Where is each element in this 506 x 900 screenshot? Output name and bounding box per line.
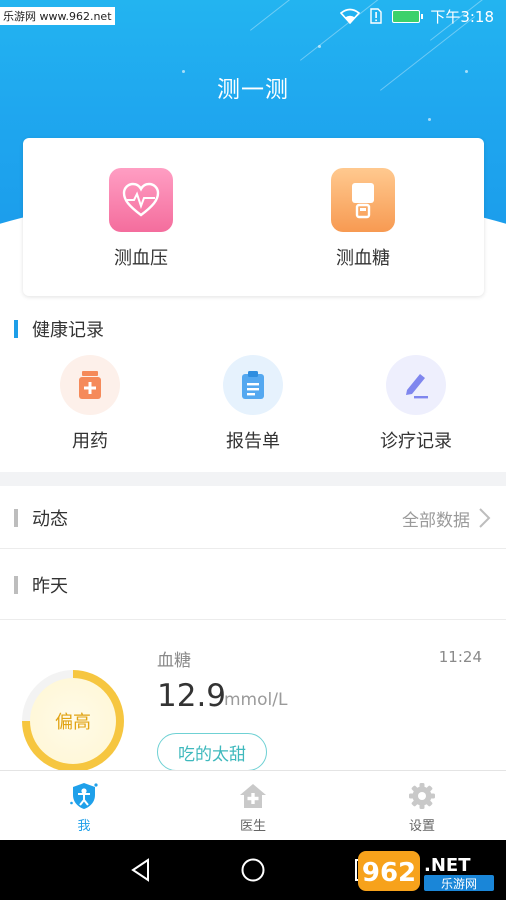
- health-records: 用药 报告单 诊疗记录: [0, 355, 506, 455]
- all-data-link[interactable]: 全部数据: [402, 487, 492, 549]
- status-text: 偏高: [55, 712, 91, 733]
- heart-pulse-icon: [122, 182, 160, 217]
- tab-me[interactable]: 我: [34, 781, 134, 834]
- wifi-icon: [340, 8, 361, 24]
- page-title: 测一测: [217, 77, 289, 103]
- status-time: 下午3:18: [430, 7, 494, 26]
- back-icon[interactable]: [128, 857, 154, 883]
- svg-text:.NET: .NET: [424, 855, 471, 876]
- record-medicine-button[interactable]: 用药: [25, 355, 155, 453]
- medicine-box-icon: [79, 371, 101, 399]
- record-report-button[interactable]: 报告单: [188, 355, 318, 453]
- section-divider: [0, 472, 506, 486]
- measure-blood-pressure-button[interactable]: 测血压: [81, 168, 201, 270]
- glucose-meter-icon: [352, 183, 374, 219]
- feed-header: 动态 全部数据: [0, 487, 506, 549]
- site-watermark: 乐游网 www.962.net: [0, 7, 115, 25]
- measure-label: 测血压: [114, 248, 168, 269]
- measure-label: 测血糖: [336, 248, 390, 269]
- record-label: 报告单: [226, 431, 280, 452]
- site-logo-962: 962 .NET 乐游网: [358, 851, 494, 891]
- status-bar: 乐游网 www.962.net 下午3:18: [0, 0, 506, 32]
- system-nav-bar: 962 .NET 乐游网: [0, 840, 506, 900]
- sim-alert-icon: [370, 8, 383, 24]
- day-label: 昨天: [32, 576, 68, 597]
- home-icon[interactable]: [240, 857, 266, 883]
- status-ring: 偏高: [22, 670, 124, 772]
- record-unit: mmol/L: [224, 690, 288, 710]
- tab-doctor[interactable]: 医生: [203, 781, 303, 834]
- bottom-tab-bar: 我 医生 设置: [0, 770, 506, 840]
- record-tag[interactable]: 吃的太甜: [157, 733, 267, 771]
- shield-person-icon: [70, 783, 98, 809]
- svg-text:乐游网: 乐游网: [441, 877, 477, 891]
- record-label: 诊疗记录: [380, 431, 452, 452]
- pen-edit-icon: [406, 374, 428, 399]
- record-diagnosis-button[interactable]: 诊疗记录: [351, 355, 481, 453]
- clipboard-icon: [242, 371, 264, 399]
- battery-icon: [392, 9, 424, 23]
- record-time: 11:24: [438, 648, 482, 666]
- gear-icon: [409, 783, 435, 809]
- measure-blood-sugar-button[interactable]: 测血糖: [303, 168, 423, 270]
- measure-card: 测血压 测血糖: [23, 138, 484, 296]
- record-label: 用药: [72, 431, 108, 452]
- feed-title: 动态: [32, 509, 68, 530]
- tab-settings[interactable]: 设置: [372, 781, 472, 834]
- record-value: 12.9: [157, 678, 227, 714]
- day-header: 昨天: [0, 550, 506, 620]
- health-records-title: 健康记录: [14, 316, 104, 342]
- record-type: 血糖: [157, 651, 191, 671]
- svg-text:962: 962: [362, 858, 416, 888]
- chevron-right-icon: [479, 508, 491, 528]
- house-cross-icon: [240, 784, 266, 808]
